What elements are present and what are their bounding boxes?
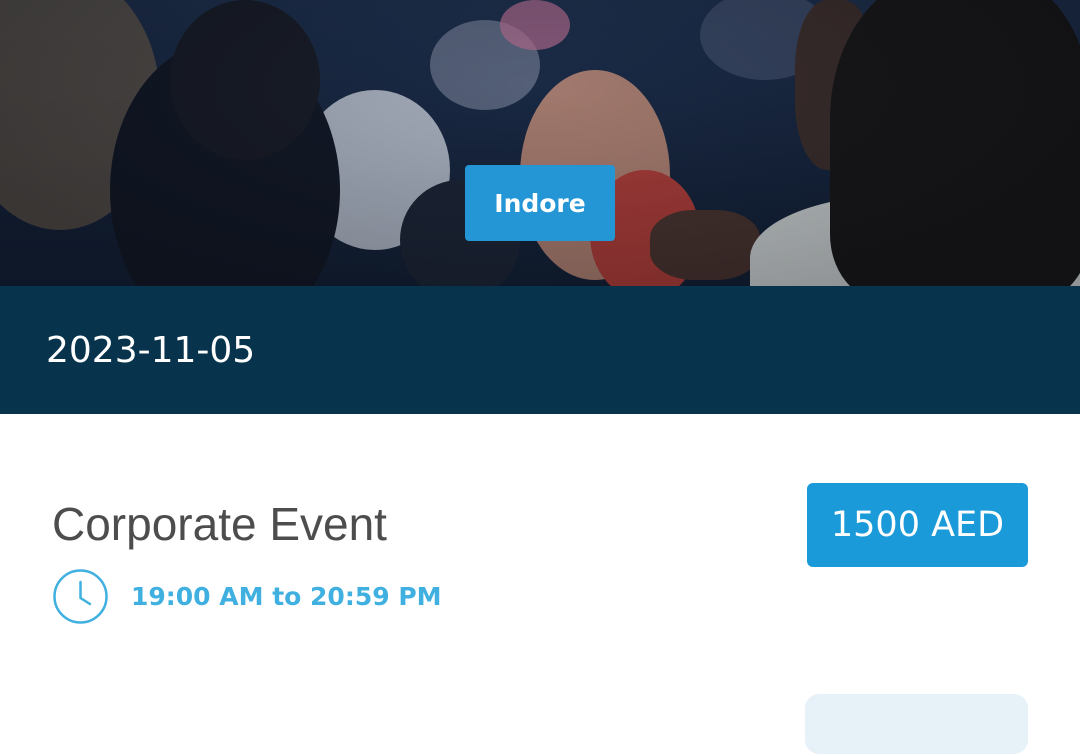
next-item-peek	[805, 694, 1028, 754]
clock-icon	[53, 569, 108, 624]
event-date-bar: 2023-11-05	[0, 286, 1080, 414]
event-title: Corporate Event	[52, 498, 387, 550]
event-time-row: 19:00 AM to 20:59 PM	[52, 568, 442, 625]
city-badge[interactable]: Indore	[465, 165, 615, 241]
event-date: 2023-11-05	[46, 329, 256, 371]
hero-overlay	[0, 0, 1080, 286]
event-hero-image: Indore	[0, 0, 1080, 286]
event-time-range: 19:00 AM to 20:59 PM	[131, 582, 442, 611]
price-badge[interactable]: 1500 AED	[807, 483, 1028, 567]
